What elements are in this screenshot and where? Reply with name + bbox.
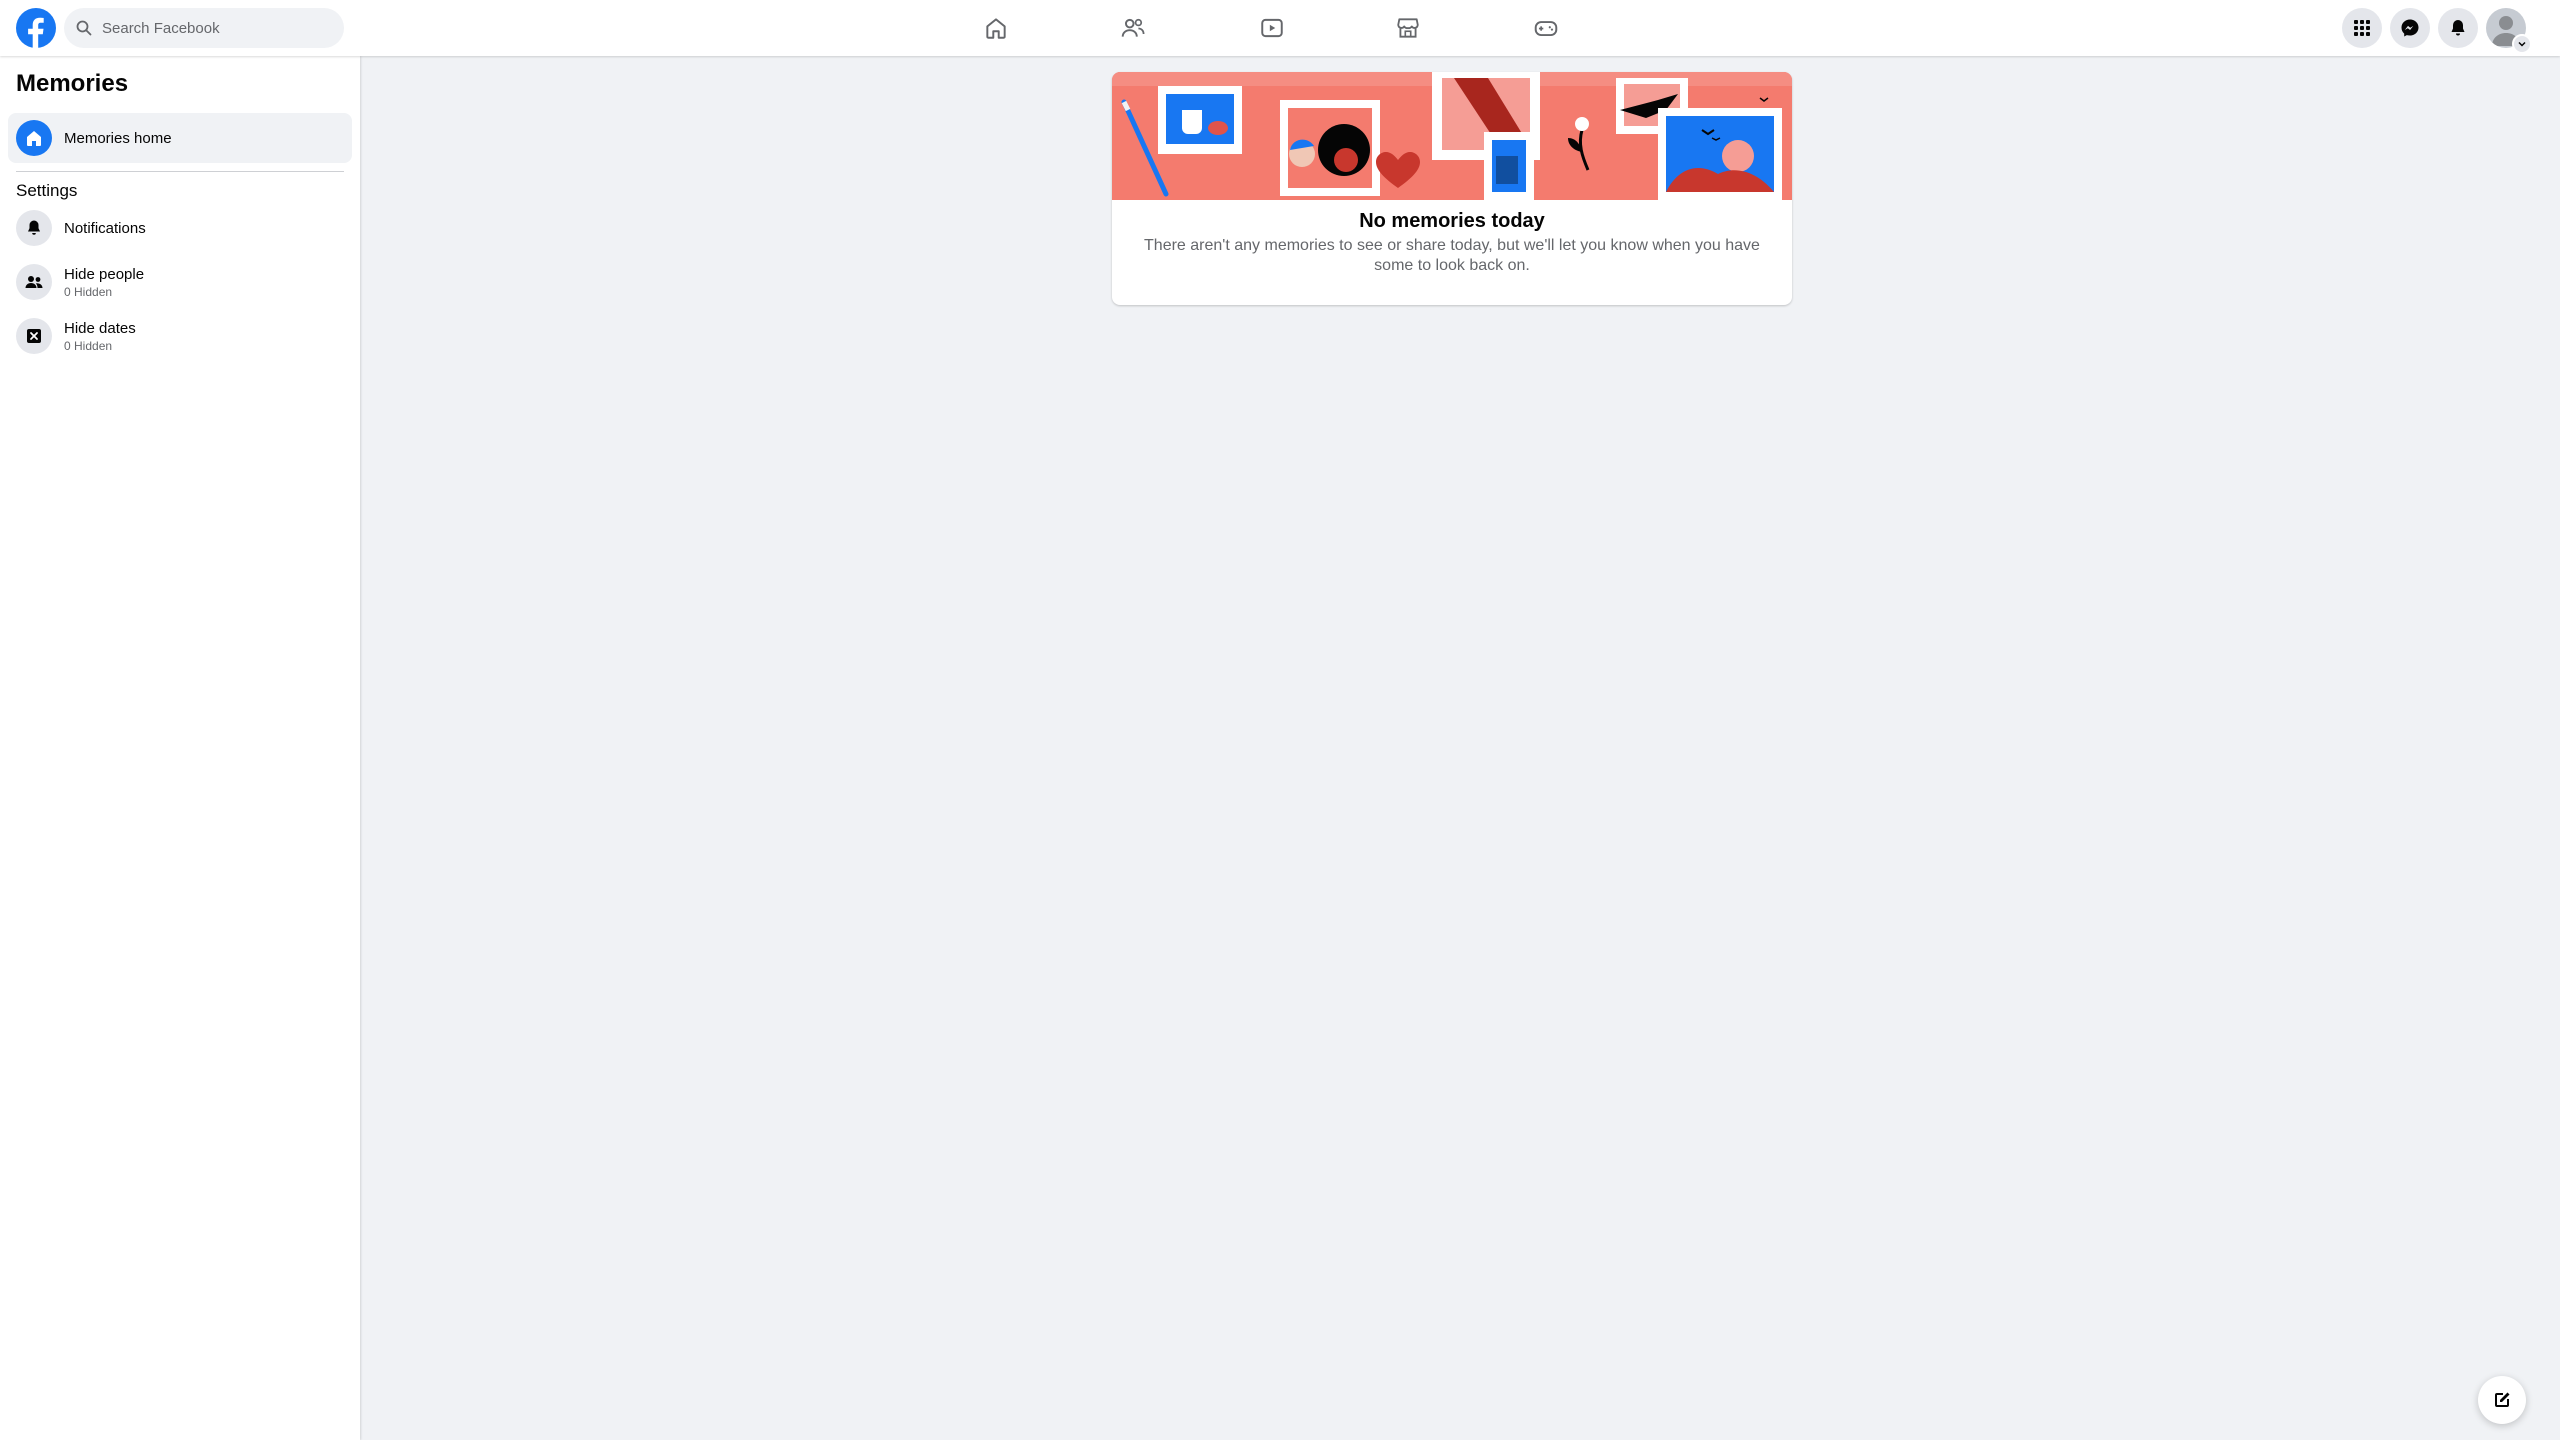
sidebar-item-notifications[interactable]: Notifications [8,206,352,250]
sidebar-divider [16,171,344,172]
hidden-count: 0 Hidden [64,284,113,299]
tab-friends[interactable] [1077,0,1189,56]
memories-illustration [1112,72,1792,200]
marketplace-icon [1397,18,1419,38]
tab-marketplace[interactable] [1352,0,1464,56]
menu-button[interactable] [2342,8,2382,48]
video-icon [1261,18,1283,38]
sidebar-item-label: Memories home [64,129,172,147]
compose-icon [2495,1392,2510,1407]
sidebar-item-label: Notifications [64,219,146,237]
bell-icon [16,210,52,246]
empty-state-message: There aren't any memories to see or shar… [1144,237,1760,274]
friends-icon [1121,18,1145,37]
home-icon [986,18,1006,39]
tab-gaming[interactable] [1490,0,1602,56]
bell-icon [2451,20,2465,36]
search-box[interactable] [64,8,344,48]
settings-heading: Settings [16,181,78,200]
no-memories-card: No memories today There aren't any memor… [1112,72,1792,305]
home-icon [16,120,52,156]
page-title: Memories [16,70,129,97]
search-input[interactable] [100,18,324,38]
tab-home[interactable] [940,0,1052,56]
sidebar-item-label: Hide dates [64,319,136,337]
people-icon [16,264,52,300]
search-icon [76,20,92,36]
top-navigation-bar [0,0,2560,56]
sidebar-item-memories-home[interactable]: Memories home [8,113,352,163]
sidebar: Memories Memories home Settings Notifica… [0,56,360,1440]
sidebar-item-label: Hide people [64,265,145,283]
tab-video[interactable] [1216,0,1328,56]
empty-state-title: No memories today [1359,210,1545,232]
calendar-x-icon [16,318,52,354]
notifications-button[interactable] [2438,8,2478,48]
sidebar-item-hide-people[interactable]: Hide people 0 Hidden [8,258,352,306]
facebook-logo-icon[interactable] [16,8,56,48]
messenger-button[interactable] [2390,8,2430,48]
new-message-button[interactable] [2478,1376,2526,1424]
menu-grid-icon [2354,20,2370,36]
sidebar-item-hide-dates[interactable]: Hide dates 0 Hidden [8,312,352,360]
hidden-count: 0 Hidden [64,338,113,353]
messenger-icon [2401,19,2419,37]
gaming-icon [1534,21,1558,37]
account-chevron-down-icon[interactable] [2512,34,2532,54]
